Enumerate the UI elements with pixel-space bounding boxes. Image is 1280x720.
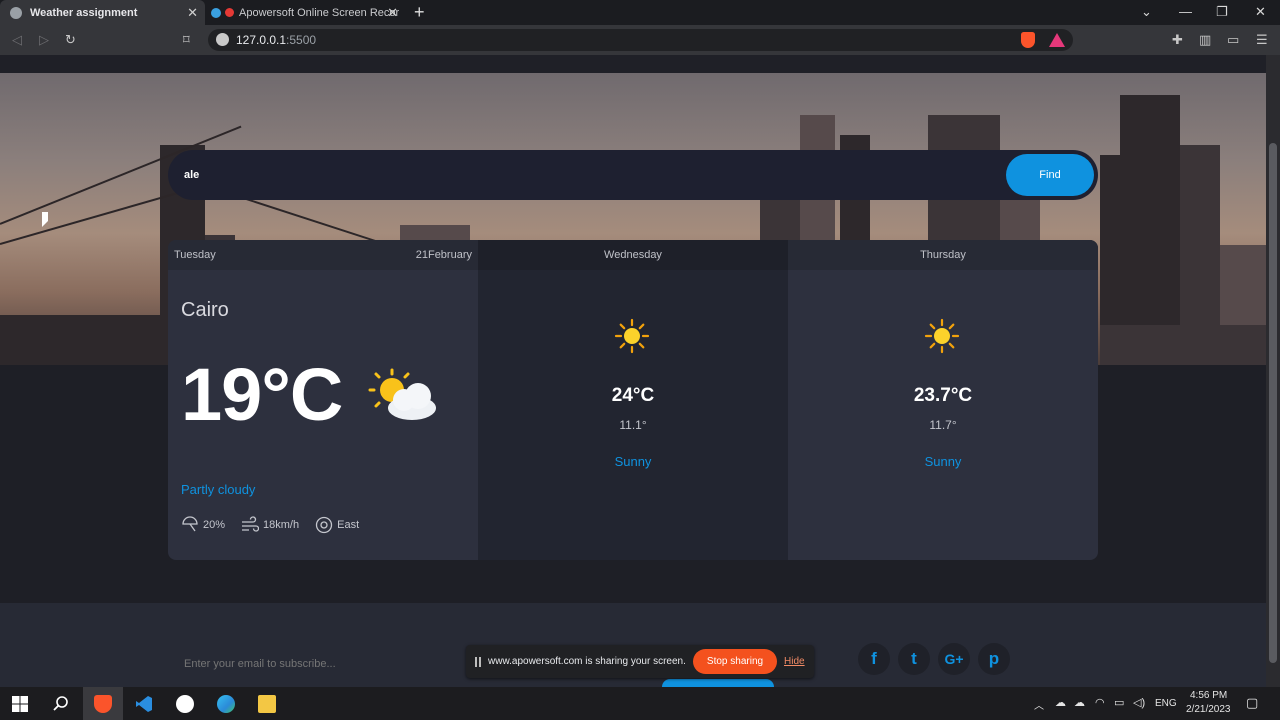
wind-icon — [242, 516, 260, 532]
maximize-icon[interactable]: ❐ — [1216, 4, 1228, 20]
reload-icon[interactable]: ↻ — [65, 32, 76, 48]
find-button[interactable]: Find — [1006, 154, 1094, 196]
day2-max-temp: 24°C — [611, 385, 655, 406]
brave-rewards-icon[interactable] — [1049, 33, 1065, 47]
subscribe-email-input[interactable] — [168, 645, 468, 683]
forecast-card-day3: Thursday 23.7°C 11.7° Sunny — [788, 240, 1098, 560]
stop-sharing-button[interactable]: Stop sharing — [693, 649, 777, 674]
brave-shields-icon[interactable] — [1021, 32, 1035, 48]
umbrella-icon — [182, 516, 198, 532]
address-url: 127.0.0.1:5500 — [236, 33, 317, 47]
close-tab-icon[interactable]: ✕ — [387, 5, 398, 21]
forecast-cards: Tuesday 21February Cairo 19°C Partly clo… — [168, 240, 1098, 560]
top-nav-strip — [0, 55, 1266, 73]
back-icon[interactable]: ◁ — [12, 32, 22, 48]
new-tab-icon[interactable]: + — [414, 2, 425, 23]
vscode-icon[interactable] — [135, 695, 153, 713]
windows-taskbar: ︿ ☁ ☁ ◠ ▭ ◁) ENG 4:56 PM 2/21/2023 ▢ — [0, 687, 1280, 720]
browser-tab-strip: Weather assignment ✕ Apowersoft Online S… — [0, 0, 1280, 25]
wifi-icon[interactable]: ◠ — [1095, 696, 1105, 709]
cloud-sync-icon[interactable]: ☁ — [1074, 696, 1085, 709]
today-card-header: Tuesday 21February — [168, 240, 478, 270]
extensions-icon[interactable]: ✚ — [1172, 32, 1183, 48]
mouse-cursor — [42, 212, 48, 227]
edge-browser-icon[interactable] — [217, 695, 235, 713]
twitter-icon[interactable]: t — [898, 643, 930, 675]
today-card: Tuesday 21February Cairo 19°C Partly clo… — [168, 240, 478, 560]
today-condition: Partly cloudy — [181, 482, 256, 497]
day3-condition: Sunny — [924, 454, 962, 469]
tab-weather-assignment[interactable]: Weather assignment ✕ — [0, 0, 205, 25]
tab-apowersoft[interactable]: Apowersoft Online Screen Recorde ✕ — [205, 0, 405, 25]
pause-icon[interactable] — [475, 657, 481, 667]
today-stats: 20% 18km/h East — [181, 516, 375, 534]
forward-icon[interactable]: ▷ — [39, 32, 49, 48]
day2-condition: Sunny — [614, 454, 652, 469]
sun-icon — [614, 318, 650, 354]
brave-browser-icon[interactable] — [94, 695, 112, 713]
day3-header: Thursday — [788, 240, 1098, 270]
menu-icon[interactable]: ☰ — [1256, 32, 1268, 48]
day2-min-temp: 11.1° — [619, 418, 647, 432]
language-indicator[interactable]: ENG — [1155, 698, 1177, 709]
tray-chevron-icon[interactable]: ︿ — [1034, 697, 1044, 712]
address-bar[interactable]: 127.0.0.1:5500 — [208, 29, 1073, 51]
today-day: Tuesday — [174, 249, 216, 261]
battery-icon[interactable]: ▭ — [1114, 696, 1124, 709]
day2-header: Wednesday — [478, 240, 788, 270]
today-date: 21February — [415, 249, 472, 261]
volume-icon[interactable]: ◁) — [1133, 696, 1145, 709]
sidebar-icon[interactable]: ▥ — [1199, 32, 1211, 48]
notifications-icon[interactable]: ▢ — [1246, 695, 1258, 711]
sharing-message: www.apowersoft.com is sharing your scree… — [488, 656, 686, 667]
tab-title: Weather assignment — [30, 6, 138, 19]
page-viewport: Find Tuesday 21February Cairo 19°C — [0, 55, 1266, 687]
forecast-card-day2: Wednesday 24°C 11.1° Sunny — [478, 240, 788, 560]
globe-icon — [10, 6, 22, 19]
onedrive-icon[interactable]: ☁ — [1055, 696, 1066, 709]
screen-sharing-banner: www.apowersoft.com is sharing your scree… — [466, 645, 814, 678]
close-tab-icon[interactable]: ✕ — [187, 5, 198, 21]
location-search-bar: Find — [168, 150, 1098, 200]
humidity-stat: 20% — [181, 516, 225, 534]
compass-icon — [315, 516, 333, 534]
sun-icon — [924, 318, 960, 354]
current-temperature: 19°C — [181, 353, 343, 436]
subscribe-button[interactable] — [662, 679, 774, 687]
google-plus-icon[interactable]: G+ — [938, 643, 970, 675]
tab-title: Apowersoft Online Screen Recorde — [239, 6, 399, 19]
apowersoft-favicon-icon — [211, 7, 221, 18]
recording-icon — [225, 8, 234, 17]
clock-time[interactable]: 4:56 PM — [1190, 690, 1227, 701]
page-scrollbar[interactable] — [1266, 55, 1280, 687]
day3-min-temp: 11.7° — [929, 418, 957, 432]
wind-speed-stat: 18km/h — [241, 516, 299, 534]
windows-start-icon[interactable] — [11, 695, 29, 713]
file-explorer-icon[interactable] — [258, 695, 276, 713]
app-circle-icon[interactable] — [176, 695, 194, 713]
minimize-icon[interactable]: — — [1179, 4, 1192, 19]
scrollbar-thumb[interactable] — [1269, 143, 1277, 663]
wallet-icon[interactable]: ▭ — [1227, 32, 1239, 48]
pinterest-icon[interactable]: p — [978, 643, 1010, 675]
bookmark-icon[interactable]: ⌑ — [183, 32, 190, 48]
search-icon[interactable] — [52, 695, 70, 713]
wind-direction-stat: East — [315, 516, 359, 534]
day3-max-temp: 23.7°C — [913, 385, 973, 406]
close-window-icon[interactable]: ✕ — [1255, 4, 1266, 20]
city-name: Cairo — [181, 299, 229, 321]
tab-search-chevron-icon[interactable]: ⌄ — [1141, 4, 1152, 20]
location-search-input[interactable] — [184, 162, 984, 188]
facebook-icon[interactable]: f — [858, 643, 890, 675]
hide-banner-link[interactable]: Hide — [784, 656, 805, 667]
partly-cloudy-icon — [368, 368, 436, 420]
site-info-icon[interactable] — [216, 33, 229, 46]
clock-date[interactable]: 2/21/2023 — [1186, 704, 1231, 715]
